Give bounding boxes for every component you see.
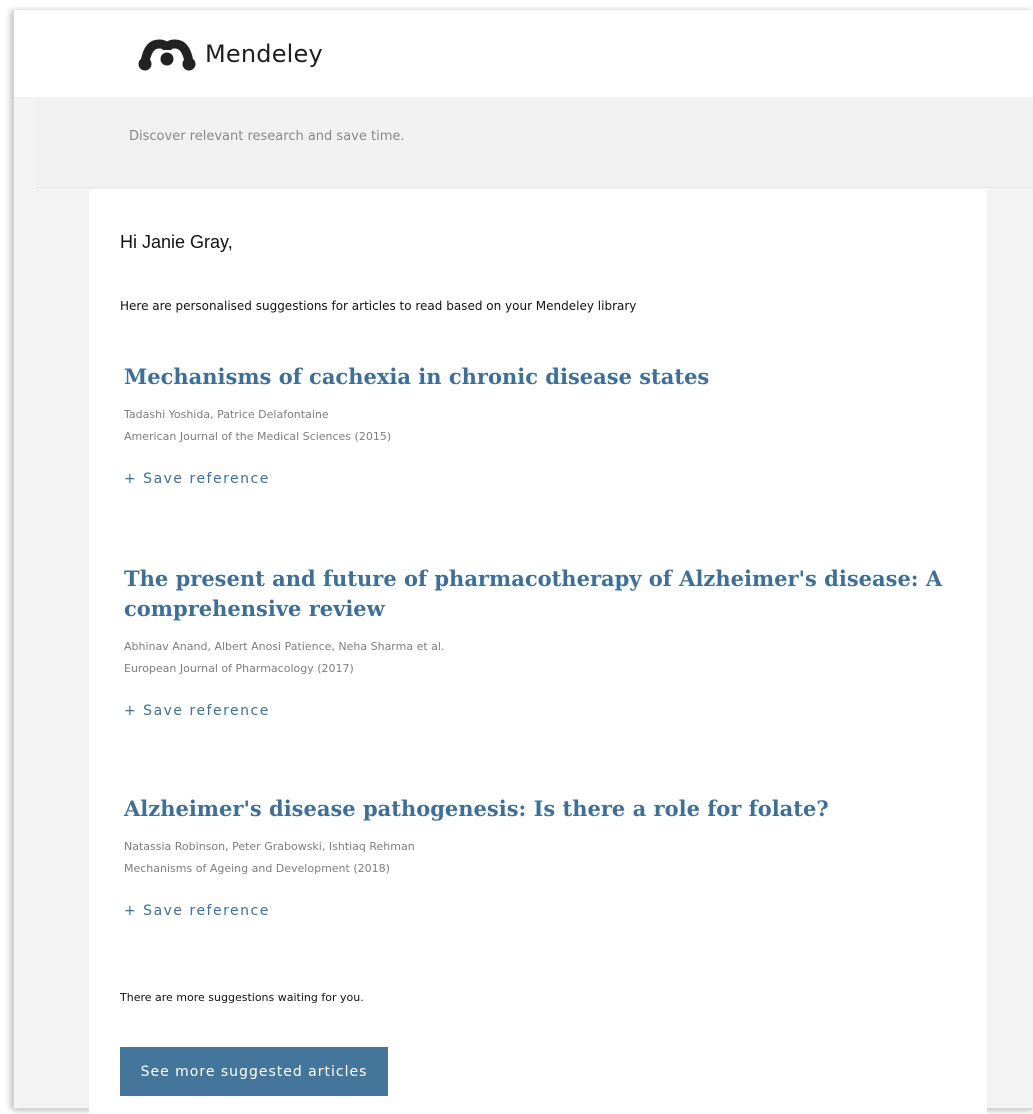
article-item: The present and future of pharmacotherap…	[124, 564, 964, 720]
save-reference-link[interactable]: + Save reference	[124, 471, 270, 487]
article-meta: Natassia Robinson, Peter Grabowski, Isht…	[124, 836, 964, 880]
article-journal: Mechanisms of Ageing and Development (20…	[124, 862, 390, 875]
brand-name: Mendeley	[205, 40, 323, 68]
article-title-link[interactable]: The present and future of pharmacotherap…	[124, 564, 964, 624]
article-title-link[interactable]: Alzheimer's disease pathogenesis: Is the…	[124, 794, 964, 824]
save-reference-link[interactable]: + Save reference	[124, 703, 270, 719]
see-more-button[interactable]: See more suggested articles	[120, 1047, 388, 1096]
article-authors: Natassia Robinson, Peter Grabowski, Isht…	[124, 840, 415, 853]
email-body: Hi Janie Gray, Here are personalised sug…	[89, 189, 987, 1114]
article-title-link[interactable]: Mechanisms of cachexia in chronic diseas…	[124, 362, 964, 392]
mendeley-logo-icon	[138, 39, 196, 71]
intro-text: Here are personalised suggestions for ar…	[120, 299, 637, 313]
email-frame: Mendeley Discover relevant research and …	[13, 10, 1033, 1114]
article-journal: European Journal of Pharmacology (2017)	[124, 662, 354, 675]
tagline-band: Discover relevant research and save time…	[36, 97, 1033, 188]
article-authors: Abhinav Anand, Albert Anosi Patience, Ne…	[124, 640, 445, 653]
article-meta: Tadashi Yoshida, Patrice Delafontaine Am…	[124, 404, 964, 448]
tagline: Discover relevant research and save time…	[129, 129, 405, 144]
article-item: Mechanisms of cachexia in chronic diseas…	[124, 362, 964, 488]
article-authors: Tadashi Yoshida, Patrice Delafontaine	[124, 408, 329, 421]
mendeley-logo[interactable]: Mendeley	[137, 34, 323, 74]
article-journal: American Journal of the Medical Sciences…	[124, 430, 392, 443]
article-item: Alzheimer's disease pathogenesis: Is the…	[124, 794, 964, 920]
email-header: Mendeley	[14, 10, 1033, 97]
save-reference-link[interactable]: + Save reference	[124, 903, 270, 919]
greeting: Hi Janie Gray,	[120, 232, 233, 252]
more-suggestions-text: There are more suggestions waiting for y…	[120, 991, 364, 1004]
article-meta: Abhinav Anand, Albert Anosi Patience, Ne…	[124, 636, 964, 680]
